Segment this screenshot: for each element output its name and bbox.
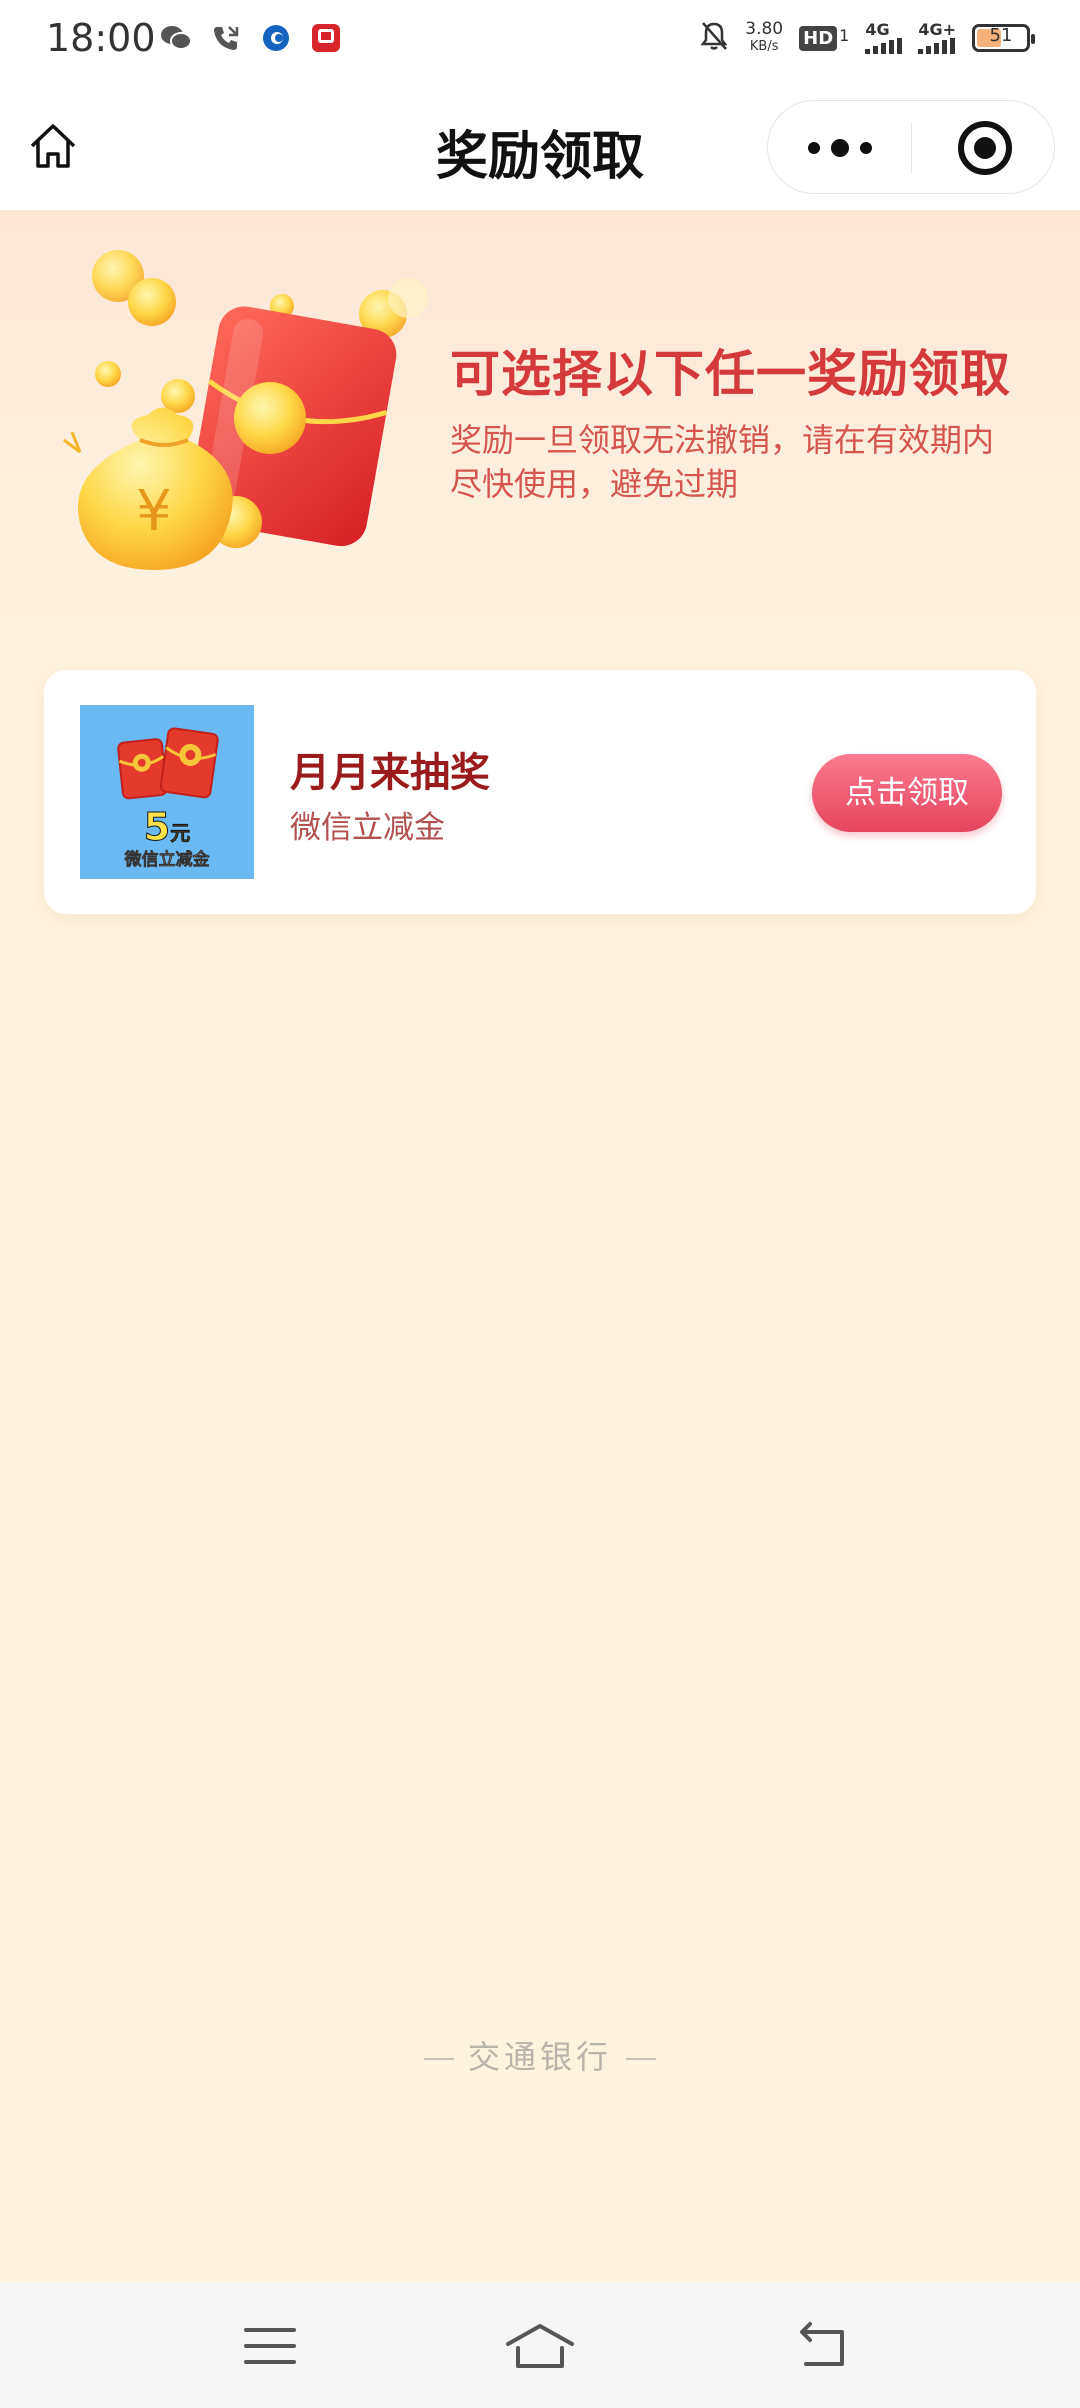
mini-program-navbar: 奖励领取: [0, 84, 1080, 210]
mute-bell-icon: [699, 20, 729, 56]
thumbnail-caption: 微信立减金: [124, 850, 210, 871]
thumbnail-amount-number: 5: [143, 805, 171, 850]
capsule-menu: [767, 100, 1055, 194]
sim1-network-type: 4G: [865, 20, 890, 39]
footer-brand: 交通银行: [0, 2032, 1080, 2078]
status-system-icons: 3.80 KB/s HD 1 4G 4G+ 51: [699, 20, 1035, 56]
hero-title: 可选择以下任一奖励领取: [450, 345, 1011, 403]
red-envelope-money-bag-illustration: ¥: [63, 250, 428, 570]
network-speed-value: 3.80: [745, 19, 784, 39]
battery-icon: 51: [972, 24, 1035, 52]
footer-dash-right: [626, 2058, 656, 2060]
more-button[interactable]: [808, 131, 872, 165]
network-speed-unit: KB/s: [749, 39, 779, 54]
close-miniprogram-button[interactable]: [958, 121, 1012, 175]
svg-text:¥: ¥: [136, 479, 172, 544]
system-navigation-bar: [0, 2282, 1080, 2408]
reward-subtitle: 微信立减金: [290, 810, 445, 846]
bank-app-icon: [260, 22, 292, 54]
back-button[interactable]: [794, 2318, 854, 2374]
reward-thumbnail: 5元 微信立减金: [80, 705, 254, 879]
back-arrow-icon: [800, 2322, 844, 2366]
hd-indicator: HD 1: [799, 25, 850, 51]
recent-apps-button[interactable]: [240, 2318, 300, 2374]
more-dots-icon: [808, 142, 820, 154]
missed-call-icon: [210, 22, 242, 54]
hero-banner: ¥ 可选择以下任一奖励领取 奖励一旦领取无法撤销，请在有效期内尽快使用，避免过期: [0, 210, 1080, 630]
claim-button[interactable]: 点击领取: [812, 754, 1002, 832]
sim2-signal: 4G+: [918, 22, 956, 54]
thumbnail-amount: 5元: [80, 805, 254, 850]
wechat-icon: [160, 22, 192, 54]
app-badge-icon: [310, 22, 342, 54]
hd-sub: 1: [839, 25, 850, 45]
reward-title: 月月来抽奖: [290, 750, 490, 796]
status-time: 18:00: [46, 16, 156, 60]
footer-brand-text: 交通银行: [467, 2038, 612, 2076]
thumbnail-amount-unit: 元: [170, 821, 191, 846]
hd-label: HD: [799, 25, 838, 51]
network-speed: 3.80 KB/s: [745, 20, 783, 56]
home-outline-icon: [506, 2324, 574, 2368]
signal-bars-icon: [865, 38, 903, 54]
status-bar: 18:00 3.80 KB/s HD 1 4G 4G+ 51: [0, 0, 1080, 84]
sim1-signal: 4G: [865, 20, 903, 54]
reward-card: 5元 微信立减金 月月来抽奖 微信立减金 点击领取: [44, 670, 1036, 914]
signal-bars-icon: [918, 38, 956, 54]
capsule-divider: [911, 123, 912, 173]
battery-level: 51: [989, 25, 1013, 46]
hero-description: 奖励一旦领取无法撤销，请在有效期内尽快使用，避免过期: [450, 421, 995, 503]
system-home-button[interactable]: [504, 2318, 576, 2374]
footer-dash-left: [423, 2058, 454, 2060]
menu-lines-icon: [244, 2328, 296, 2364]
status-notification-icons: [160, 22, 342, 54]
sim2-network-type: 4G+: [918, 20, 956, 39]
